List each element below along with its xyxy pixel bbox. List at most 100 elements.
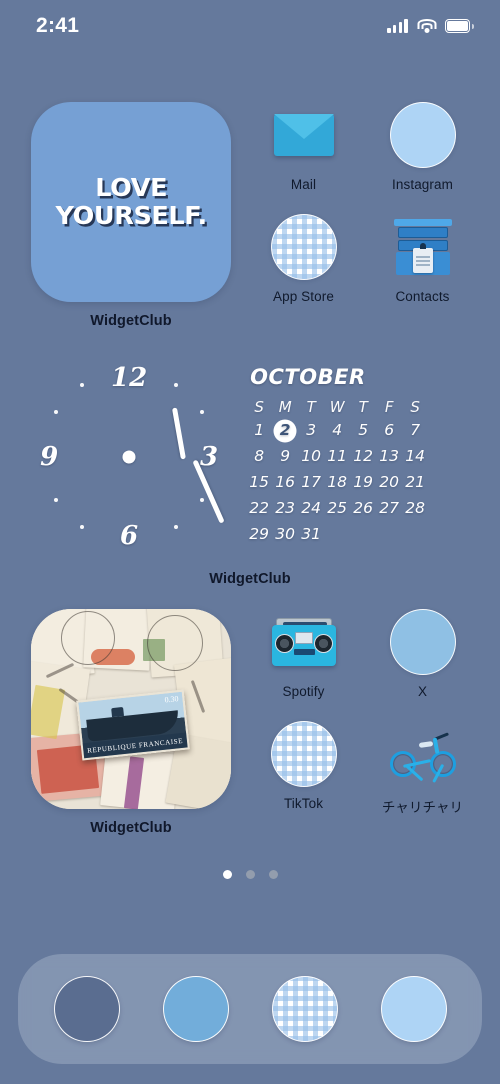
french-stamp: 0.30 REPUBLIQUE FRANCAISE: [76, 689, 190, 761]
page-dot[interactable]: [222, 870, 232, 879]
clock-hour-hand: [172, 407, 187, 460]
page-indicator[interactable]: [18, 870, 482, 879]
calendar-day[interactable]: 10: [298, 445, 324, 468]
calendar-day[interactable]: 27: [376, 497, 402, 520]
app-label-contacts: Contacts: [395, 289, 450, 304]
calendar-day[interactable]: 14: [402, 445, 428, 468]
clock-tick-dot: [54, 410, 59, 415]
app-contacts[interactable]: Contacts: [363, 214, 482, 304]
calendar-day[interactable]: 20: [376, 471, 402, 494]
app-tiktok[interactable]: TikTok: [244, 721, 363, 816]
calendar-day[interactable]: 11: [324, 445, 350, 468]
calendar-month-title: OCTOBER: [250, 365, 366, 389]
calendar-day[interactable]: 5: [350, 419, 376, 442]
app-instagram[interactable]: Instagram: [363, 102, 482, 192]
calendar-weekday: W: [329, 398, 345, 416]
clock-widget[interactable]: 12 3 6 9: [18, 357, 240, 557]
dock-item-2[interactable]: [162, 976, 229, 1042]
app-x[interactable]: X: [363, 609, 482, 699]
clock-numeral-9: 9: [40, 442, 59, 472]
gingham-circle-icon[interactable]: [270, 214, 337, 280]
page-dot[interactable]: [245, 870, 255, 879]
calendar-day[interactable]: 19: [350, 471, 376, 494]
widget-label-quote: WidgetClub: [90, 313, 172, 329]
app-grid-top: Mail Instagram App Store Contacts: [244, 102, 482, 329]
calendar-day[interactable]: 3: [298, 419, 324, 442]
calendar-day[interactable]: 13: [376, 445, 402, 468]
clock-tick-dot: [54, 498, 59, 503]
widget-clock-calendar[interactable]: 12 3 6 9 OCTOBER S M T W T F S 1 2 3 4 5…: [18, 357, 482, 587]
calendar-day[interactable]: 12: [350, 445, 376, 468]
app-label-tiktok: TikTok: [283, 796, 324, 811]
widget-label-photo: WidgetClub: [90, 820, 172, 836]
app-mail[interactable]: Mail: [244, 102, 363, 192]
calendar-day[interactable]: 25: [324, 497, 350, 520]
plain-circle-icon[interactable]: [389, 102, 456, 168]
calendar-day[interactable]: 9: [272, 445, 298, 468]
page-dot[interactable]: [268, 870, 278, 879]
dock-item-1[interactable]: [53, 976, 120, 1042]
calendar-weekday: F: [384, 398, 394, 416]
status-icons: [387, 19, 475, 33]
app-app-store[interactable]: App Store: [244, 214, 363, 304]
calendar-day[interactable]: 4: [324, 419, 350, 442]
calendar-day[interactable]: 18: [324, 471, 350, 494]
app-label-mail: Mail: [290, 177, 317, 192]
home-screen-page: LOVE YOURSELF. WidgetClub Mail Instagram: [0, 102, 500, 879]
app-label-app-store: App Store: [273, 289, 334, 304]
clock-tick-dot: [200, 410, 205, 415]
dock-item-3[interactable]: [271, 976, 338, 1042]
calendar-weekday: T: [358, 398, 368, 416]
clock-tick-dot: [200, 498, 205, 503]
calendar-day[interactable]: 17: [298, 471, 324, 494]
app-label-spotify: Spotify: [282, 684, 325, 699]
calendar-widget[interactable]: OCTOBER S M T W T F S 1 2 3 4 5 6 7 8 9 10 11 12 13 1…: [240, 357, 482, 557]
app-label-instagram: Instagram: [392, 177, 453, 192]
calendar-day[interactable]: 21: [402, 471, 428, 494]
bicycle-icon[interactable]: [389, 721, 456, 787]
calendar-day[interactable]: 2: [272, 419, 298, 442]
status-time: 2:41: [36, 14, 80, 37]
clock-numeral-3: 3: [199, 442, 219, 472]
calendar-day[interactable]: 7: [402, 419, 428, 442]
calendar-day[interactable]: 28: [402, 497, 428, 520]
clock-tick-dot: [80, 383, 85, 388]
app-spotify[interactable]: Spotify: [244, 609, 363, 699]
clock-calendar-row: 12 3 6 9 OCTOBER S M T W T F S 1 2 3 4 5…: [18, 357, 482, 557]
photo-widget-tile[interactable]: 0.30 REPUBLIQUE FRANCAISE: [31, 609, 231, 809]
calendar-weekday: S: [410, 398, 420, 416]
calendar-day[interactable]: 15: [246, 471, 272, 494]
calendar-day[interactable]: 6: [376, 419, 402, 442]
calendar-weekday: T: [306, 398, 316, 416]
quote-widget-tile[interactable]: LOVE YOURSELF.: [31, 102, 231, 302]
calendar-day[interactable]: 31: [298, 523, 324, 546]
wifi-icon: [417, 19, 436, 33]
calendar-face[interactable]: OCTOBER S M T W T F S 1 2 3 4 5 6 7 8 9 10 11 12 13 1…: [240, 357, 430, 557]
boombox-icon[interactable]: [271, 609, 337, 675]
calendar-weekday: M: [278, 398, 292, 416]
calendar-day[interactable]: 22: [246, 497, 272, 520]
plain-circle-icon[interactable]: [389, 609, 456, 675]
calendar-day[interactable]: 1: [246, 419, 272, 442]
calendar-day[interactable]: 26: [350, 497, 376, 520]
dock: [18, 954, 482, 1064]
calendar-day[interactable]: 30: [272, 523, 298, 546]
gingham-circle-icon[interactable]: [270, 721, 337, 787]
widget-quote[interactable]: LOVE YOURSELF. WidgetClub: [18, 102, 244, 329]
dock-item-4[interactable]: [380, 976, 447, 1042]
card-cabinet-icon[interactable]: [390, 214, 456, 280]
calendar-day[interactable]: 8: [246, 445, 272, 468]
app-charichari[interactable]: チャリチャリ: [363, 721, 482, 816]
calendar-day[interactable]: 24: [298, 497, 324, 520]
calendar-day[interactable]: 29: [246, 523, 272, 546]
clock-center-hub: [122, 450, 136, 464]
calendar-day[interactable]: 16: [272, 471, 298, 494]
envelope-icon[interactable]: [271, 102, 337, 168]
quote-line-1: LOVE: [95, 172, 167, 202]
widget-photo[interactable]: 0.30 REPUBLIQUE FRANCAISE WidgetClub: [18, 609, 244, 836]
clock-face[interactable]: 12 3 6 9: [29, 357, 229, 557]
clock-tick-dot: [174, 525, 179, 530]
app-grid-bottom: Spotify X TikTok チャリチャリ: [244, 609, 482, 836]
calendar-day-grid[interactable]: 1 2 3 4 5 6 7 8 9 10 11 12 13 14 15 16 17 18 19 20 21 22 23 24 2…: [246, 419, 428, 546]
calendar-day[interactable]: 23: [272, 497, 298, 520]
